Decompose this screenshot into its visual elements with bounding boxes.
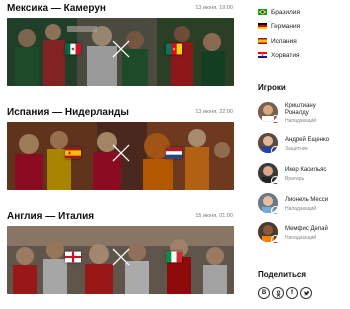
team-link-germany[interactable]: Германия [258, 20, 300, 32]
player-name: Андрей Ещенко [285, 137, 330, 143]
match-title[interactable]: Мексика — Камерун [7, 3, 106, 14]
versus-x-icon [112, 40, 130, 58]
mexico-flag-icon[interactable] [65, 43, 81, 55]
match-photo[interactable] [7, 122, 234, 190]
match-header: Мексика — Камерун 13 июня, 19:00 [7, 2, 234, 18]
player-item[interactable]: Икер Касильяс Вратарь [258, 163, 350, 189]
team-name: Испания [271, 37, 297, 45]
netherlands-flag-icon[interactable] [166, 147, 182, 159]
team-name: Хорватия [271, 51, 300, 59]
match-card[interactable]: Испания — Нидерланды 13 июня, 22:00 [7, 106, 234, 190]
russia-flag-icon [271, 146, 280, 155]
match-header: Испания — Нидерланды 13 июня, 22:00 [7, 106, 234, 122]
player-position: Вратарь [285, 176, 305, 182]
match-date: 13 июня, 22:00 [195, 109, 233, 115]
player-position: Защитник [285, 146, 308, 152]
spain-flag-icon [258, 38, 267, 44]
spain-flag-icon [271, 176, 280, 185]
match-card[interactable]: Мексика — Камерун 13 июня, 19:00 [7, 2, 234, 86]
spain-flag-icon[interactable] [65, 147, 81, 159]
italy-flag-icon[interactable] [166, 251, 182, 263]
versus-x-icon [112, 248, 130, 266]
twitter-icon[interactable] [300, 287, 312, 299]
player-name: Икер Касильяс [285, 167, 327, 173]
portugal-flag-icon [271, 115, 280, 124]
player-item[interactable]: Лионель Месси Нападающий [258, 193, 350, 219]
odnoklassniki-icon[interactable] [272, 287, 284, 299]
share-buttons: В f [258, 287, 312, 299]
player-name: Мемфис Депай [285, 226, 328, 232]
brazil-flag-icon [258, 9, 267, 15]
match-photo[interactable] [7, 226, 234, 294]
player-position: Нападающий [285, 118, 317, 124]
versus-x-icon [112, 144, 130, 162]
team-name: Германия [271, 22, 301, 30]
facebook-icon[interactable]: f [286, 287, 298, 299]
germany-flag-icon [258, 23, 267, 29]
team-link-spain[interactable]: Испания [258, 35, 297, 47]
team-name: Бразилия [271, 8, 300, 16]
croatia-flag-icon [258, 52, 267, 58]
player-item[interactable]: Андрей Ещенко Защитник [258, 133, 350, 159]
match-photo[interactable] [7, 18, 234, 86]
argentina-flag-icon [271, 206, 280, 215]
match-date: 15 июня, 01:00 [195, 213, 233, 219]
player-item[interactable]: Мемфис Депай Нападающий [258, 222, 350, 248]
team-link-brazil[interactable]: Бразилия [258, 6, 300, 18]
team-link-croatia[interactable]: Хорватия [258, 49, 299, 61]
england-flag-icon[interactable] [65, 251, 81, 263]
match-title[interactable]: Испания — Нидерланды [7, 107, 129, 118]
player-name: Криштиану Роналду [285, 103, 316, 116]
match-card[interactable]: Англия — Италия 15 июня, 01:00 [7, 210, 234, 294]
player-item[interactable]: Криштиану Роналду Нападающий [258, 102, 350, 128]
player-position: Нападающий [285, 206, 317, 212]
match-header: Англия — Италия 15 июня, 01:00 [7, 210, 234, 226]
players-heading: Игроки [258, 83, 286, 92]
player-name: Лионель Месси [285, 197, 329, 203]
netherlands-flag-icon [271, 235, 280, 244]
match-date: 13 июня, 19:00 [195, 5, 233, 11]
share-heading: Поделиться [258, 270, 307, 279]
player-position: Нападающий [285, 235, 317, 241]
vk-icon[interactable]: В [258, 287, 270, 299]
match-title[interactable]: Англия — Италия [7, 211, 94, 222]
cameroon-flag-icon[interactable] [166, 43, 182, 55]
